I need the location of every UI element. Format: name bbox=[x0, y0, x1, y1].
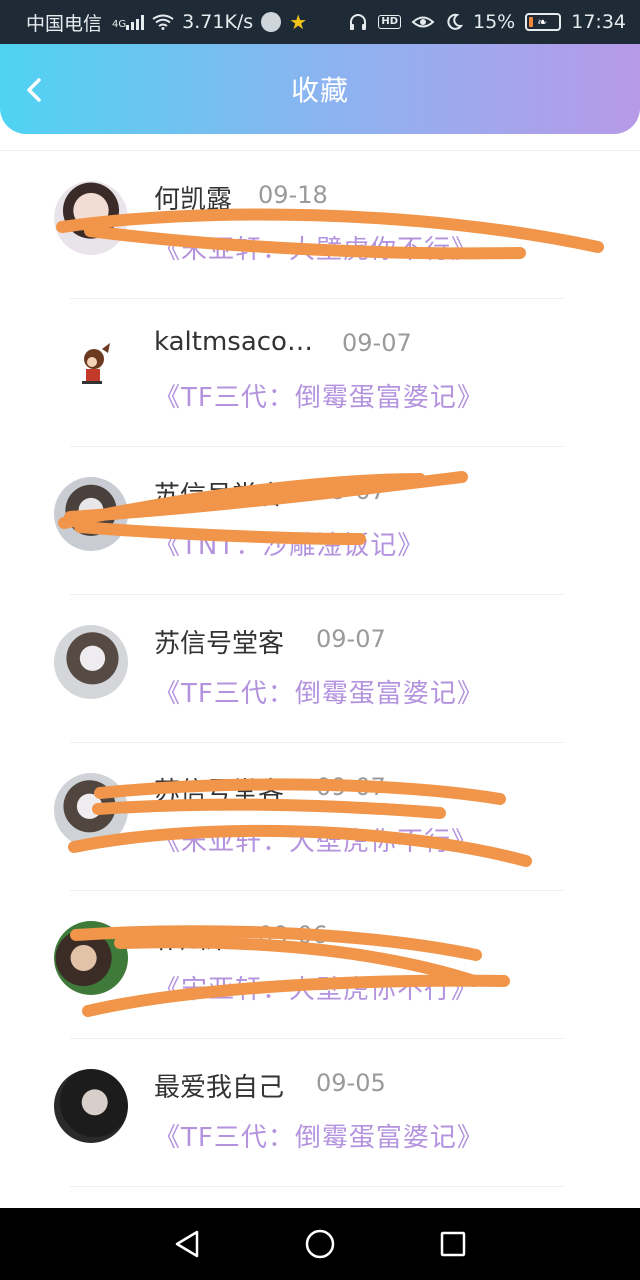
battery-percent: 15% bbox=[473, 11, 516, 33]
list-item[interactable]: 苏信号堂客 09-07 《TF三代：倒霉蛋富婆记》 bbox=[0, 595, 640, 743]
book-title[interactable]: 《TF三代：倒霉蛋富婆记》 bbox=[154, 1117, 484, 1154]
favorite-date: 09-18 bbox=[258, 181, 328, 209]
cartoon-avatar-icon bbox=[82, 343, 110, 384]
network-speed: 3.71K/s bbox=[182, 11, 254, 33]
headphones-icon bbox=[350, 14, 367, 30]
header-bar: 收藏 bbox=[0, 44, 640, 134]
favorite-date: 09-06 bbox=[258, 921, 328, 949]
status-bar: 中国电信 4G 3.71K/s ★ HD 15% ❧ 17:34 bbox=[0, 0, 640, 44]
favorite-date: 09-07 bbox=[316, 477, 386, 505]
clock: 17:34 bbox=[571, 11, 626, 33]
user-name: 最爱我自己 bbox=[154, 1073, 285, 1103]
book-title[interactable]: 《宋亚轩：大壁虎你不行》 bbox=[154, 229, 478, 266]
network-type: 4G bbox=[110, 14, 145, 30]
book-title[interactable]: 《TNT：沙雕淦饭记》 bbox=[154, 525, 424, 562]
list-item[interactable]: 最爱我自己 09-05 《TF三代：倒霉蛋富婆记》 bbox=[0, 1039, 640, 1187]
avatar bbox=[54, 773, 128, 847]
nav-recents-button[interactable] bbox=[433, 1224, 473, 1264]
avatar bbox=[54, 625, 128, 699]
favorite-date: 09-07 bbox=[316, 773, 386, 801]
book-title[interactable]: 《TF三代：倒霉蛋富婆记》 bbox=[154, 377, 484, 414]
avatar bbox=[54, 181, 128, 255]
square-recents-icon bbox=[441, 1231, 466, 1257]
user-name: 苏信号堂客 bbox=[154, 777, 285, 807]
page-title: 收藏 bbox=[290, 74, 349, 107]
user-name: 苏信号堂客 bbox=[154, 629, 285, 659]
book-title[interactable]: 《TF三代：倒霉蛋富婆记》 bbox=[154, 673, 484, 710]
globe-icon bbox=[261, 12, 282, 32]
system-nav-bar bbox=[0, 1208, 640, 1280]
hd-icon: HD bbox=[378, 15, 401, 29]
book-title[interactable]: 《宋亚轩：大壁虎你不行》 bbox=[154, 821, 478, 858]
avatar bbox=[54, 329, 128, 403]
triangle-back-icon bbox=[175, 1230, 198, 1258]
star-icon: ★ bbox=[289, 10, 308, 34]
chevron-left-icon bbox=[27, 78, 41, 102]
list-item[interactable]: kaltmsaco… 09-07 《TF三代：倒霉蛋富婆记》 bbox=[0, 299, 640, 447]
signal-icon bbox=[126, 14, 145, 30]
list-item[interactable]: 苏信号堂客 09-07 《宋亚轩：大壁虎你不行》 bbox=[0, 743, 640, 891]
avatar bbox=[54, 921, 128, 995]
list-item[interactable]: 苏信号堂客 09-07 《TNT：沙雕淦饭记》 bbox=[0, 447, 640, 595]
favorite-date: 09-05 bbox=[316, 1069, 386, 1097]
favorites-list: 何凯露 09-18 《宋亚轩：大壁虎你不行》 kaltmsaco… 09-07 … bbox=[0, 150, 640, 1187]
book-title[interactable]: 《宋亚轩：大壁虎你不行》 bbox=[154, 969, 478, 1006]
wifi-icon bbox=[152, 14, 174, 30]
favorite-date: 09-07 bbox=[342, 329, 412, 357]
favorite-date: 09-07 bbox=[316, 625, 386, 653]
user-name: 何凯露 bbox=[154, 185, 233, 215]
back-button[interactable] bbox=[20, 76, 48, 104]
moon-icon bbox=[447, 13, 463, 30]
avatar bbox=[54, 1069, 128, 1143]
nav-home-button[interactable] bbox=[300, 1224, 340, 1264]
avatar bbox=[54, 477, 128, 551]
battery-icon: ❧ bbox=[525, 13, 562, 31]
list-item[interactable]: 何凯露 09-18 《宋亚轩：大壁虎你不行》 bbox=[0, 151, 640, 299]
user-name: 苏信号堂客 bbox=[154, 481, 285, 511]
user-name: kaltmsaco… bbox=[154, 327, 313, 357]
nav-back-button[interactable] bbox=[167, 1224, 207, 1264]
list-item[interactable]: 朴灿果 09-06 《宋亚轩：大壁虎你不行》 bbox=[0, 891, 640, 1039]
carrier-label: 中国电信 bbox=[26, 12, 103, 35]
eye-icon bbox=[411, 16, 435, 28]
user-name: 朴灿果 bbox=[154, 925, 233, 955]
circle-home-icon bbox=[305, 1229, 335, 1259]
network-label: 4G bbox=[112, 19, 127, 30]
